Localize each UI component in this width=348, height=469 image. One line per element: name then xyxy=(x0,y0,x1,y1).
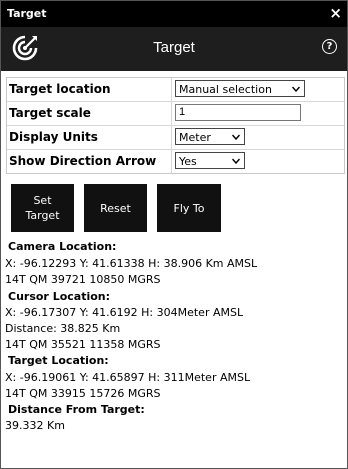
distance-from-target-heading: Distance From Target: xyxy=(8,403,145,416)
chevron-down-icon xyxy=(232,158,240,165)
settings-table: Target location Manual selection Target … xyxy=(6,77,345,174)
row-target-location: Target location Manual selection xyxy=(7,78,344,102)
row-show-direction-arrow: Show Direction Arrow Yes xyxy=(7,150,344,173)
fly-to-button[interactable]: Fly To xyxy=(157,184,221,232)
display-units-label: Display Units xyxy=(9,130,98,144)
title-bar[interactable]: Target × xyxy=(1,1,347,27)
cursor-mgrs: 14T QM 35521 11358 MGRS xyxy=(5,338,161,351)
row-target-scale: Target scale 1 xyxy=(7,102,344,126)
cursor-coordinates: X: -96.17307 Y: 41.6192 H: 304Meter AMSL xyxy=(5,306,244,319)
close-icon[interactable]: × xyxy=(329,4,342,22)
set-target-label-line1: Set xyxy=(33,194,52,207)
camera-mgrs: 14T QM 39721 10850 MGRS xyxy=(5,273,161,286)
show-direction-arrow-cell: Yes xyxy=(171,150,345,173)
display-units-cell: Meter xyxy=(171,126,345,149)
display-units-value: Meter xyxy=(179,131,211,144)
target-coordinates: X: -96.19061 Y: 41.65897 H: 311Meter AMS… xyxy=(5,371,251,384)
target-window: Target × Target ? Target location Manual… xyxy=(0,0,348,469)
help-icon[interactable]: ? xyxy=(322,39,337,54)
target-location-value: Manual selection xyxy=(179,83,272,96)
show-direction-arrow-label: Show Direction Arrow xyxy=(9,154,157,168)
target-location-heading: Target Location: xyxy=(8,354,109,367)
row-display-units: Display Units Meter xyxy=(7,126,344,150)
target-scale-cell: 1 xyxy=(171,102,345,125)
distance-from-target-value: 39.332 Km xyxy=(5,419,65,432)
display-units-select[interactable]: Meter xyxy=(175,128,245,145)
camera-location-heading: Camera Location: xyxy=(8,240,117,253)
target-scale-label: Target scale xyxy=(9,106,91,120)
chevron-down-icon xyxy=(232,134,240,141)
panel-title: Target xyxy=(153,39,195,56)
set-target-button[interactable]: Set Target xyxy=(11,184,74,232)
camera-coordinates: X: -96.12293 Y: 41.61338 H: 38.906 Km AM… xyxy=(5,257,258,270)
fly-to-label: Fly To xyxy=(173,201,205,215)
target-location-label: Target location xyxy=(9,82,111,96)
target-mgrs: 14T QM 33915 15726 MGRS xyxy=(5,387,161,400)
reset-label: Reset xyxy=(100,201,131,215)
reset-button[interactable]: Reset xyxy=(84,184,147,232)
target-location-cell: Manual selection xyxy=(171,78,345,101)
cursor-distance: Distance: 38.825 Km xyxy=(5,322,121,335)
target-location-select[interactable]: Manual selection xyxy=(175,80,305,97)
window-title: Target xyxy=(7,7,47,20)
cursor-location-heading: Cursor Location: xyxy=(8,290,111,303)
set-target-label-line2: Target xyxy=(25,209,60,222)
show-direction-arrow-value: Yes xyxy=(179,155,197,168)
chevron-down-icon xyxy=(292,86,300,93)
show-direction-arrow-select[interactable]: Yes xyxy=(175,152,245,169)
target-scale-input[interactable]: 1 xyxy=(175,104,301,121)
panel-header: Target ? xyxy=(1,27,347,71)
